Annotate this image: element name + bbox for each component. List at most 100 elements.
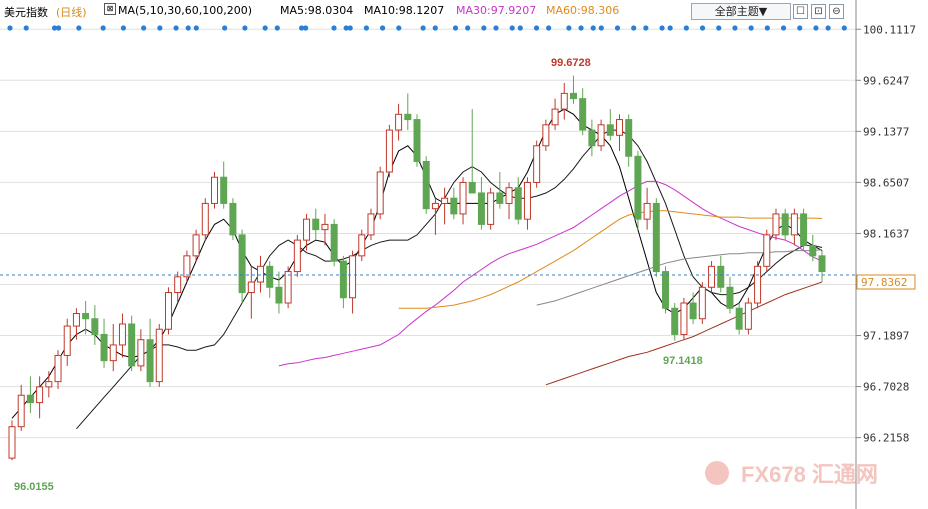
candle [468,109,476,194]
candle [349,250,357,314]
candle [109,323,117,372]
candle-body [616,119,623,136]
candle-body [91,318,99,335]
candle [63,318,71,366]
candle-body [551,108,559,126]
candle [781,208,789,241]
candle-body [708,265,716,288]
event-dot [598,25,604,31]
candle [735,303,743,335]
candle [413,114,421,167]
candle-body [155,328,163,383]
event-dot [185,25,191,31]
candle-body [220,176,228,204]
event-dot [274,25,280,31]
y-tick-label: 99.6247 [863,74,909,87]
candle [643,187,651,230]
candle [579,88,587,136]
candle [339,255,347,309]
event-dot [7,25,13,31]
candle [91,305,99,345]
candle-body [597,124,605,147]
candle-body [735,307,743,330]
candle [505,182,513,220]
candle-body [671,307,679,335]
event-dot [643,25,649,31]
candle-body [275,286,283,304]
candlestick-chart[interactable]: 100.111799.624799.137798.650798.163797.6… [0,0,928,509]
event-dot [193,25,199,31]
candle-body [717,265,725,288]
candle [146,318,154,387]
event-markers [7,25,847,31]
event-dot [481,25,487,31]
candle-body [625,119,633,157]
event-dot [614,25,621,31]
candle [809,234,817,262]
candle-body [174,276,182,294]
event-dot [242,25,248,31]
candle-body [284,271,292,304]
candle [128,315,136,372]
candle-body [588,129,596,147]
candle-body [339,260,347,299]
current-price-label: 97.8362 [861,276,907,289]
candle [358,229,366,262]
event-dot [732,25,738,31]
candle-body [330,223,338,262]
y-tick-label: 98.6507 [863,176,909,189]
candle [680,297,688,340]
y-tick-label: 100.1117 [863,23,916,36]
candle [45,371,53,398]
event-dot [56,25,62,31]
candle-body [358,234,366,257]
candle [744,297,752,335]
candle-body [431,202,439,210]
candle [689,292,697,324]
candle-body [698,286,706,320]
candle [708,261,716,293]
candle-body [818,255,826,273]
candle-body [247,281,255,294]
event-dot [452,25,459,31]
event-dot [517,25,523,31]
watermark-text: FX678 汇通网 [741,462,878,487]
candle [164,287,172,335]
event-dot [222,25,228,31]
candle-body [376,171,384,215]
candle-body [164,292,172,330]
candle [367,208,375,241]
event-dot [331,25,337,31]
candle-body [606,124,614,136]
candle-body [54,354,62,383]
event-dot [813,25,819,31]
candle [450,187,458,220]
y-tick-label: 96.2158 [863,432,909,445]
candle-body [8,426,16,459]
candle-body [385,129,393,173]
candle-body [634,155,642,220]
candle-body [146,339,154,383]
event-dot [780,25,787,31]
event-dot [76,25,82,31]
event-dot [841,25,847,31]
candle [422,156,430,214]
candle-body [72,312,80,327]
event-dot [797,25,803,31]
candle-body [579,98,587,131]
event-dot [120,25,126,31]
candle [726,276,734,314]
candle-body [45,381,53,388]
candle [36,376,44,419]
candle-body [441,197,449,204]
candle-body [680,302,688,335]
candle [257,255,265,293]
candle [238,229,246,304]
candle-body [238,234,246,294]
candle-body [468,181,476,194]
candle-body [689,302,697,320]
candle-body [118,323,126,346]
candle [763,229,771,272]
candle-body [487,192,495,225]
event-dot [363,25,369,31]
